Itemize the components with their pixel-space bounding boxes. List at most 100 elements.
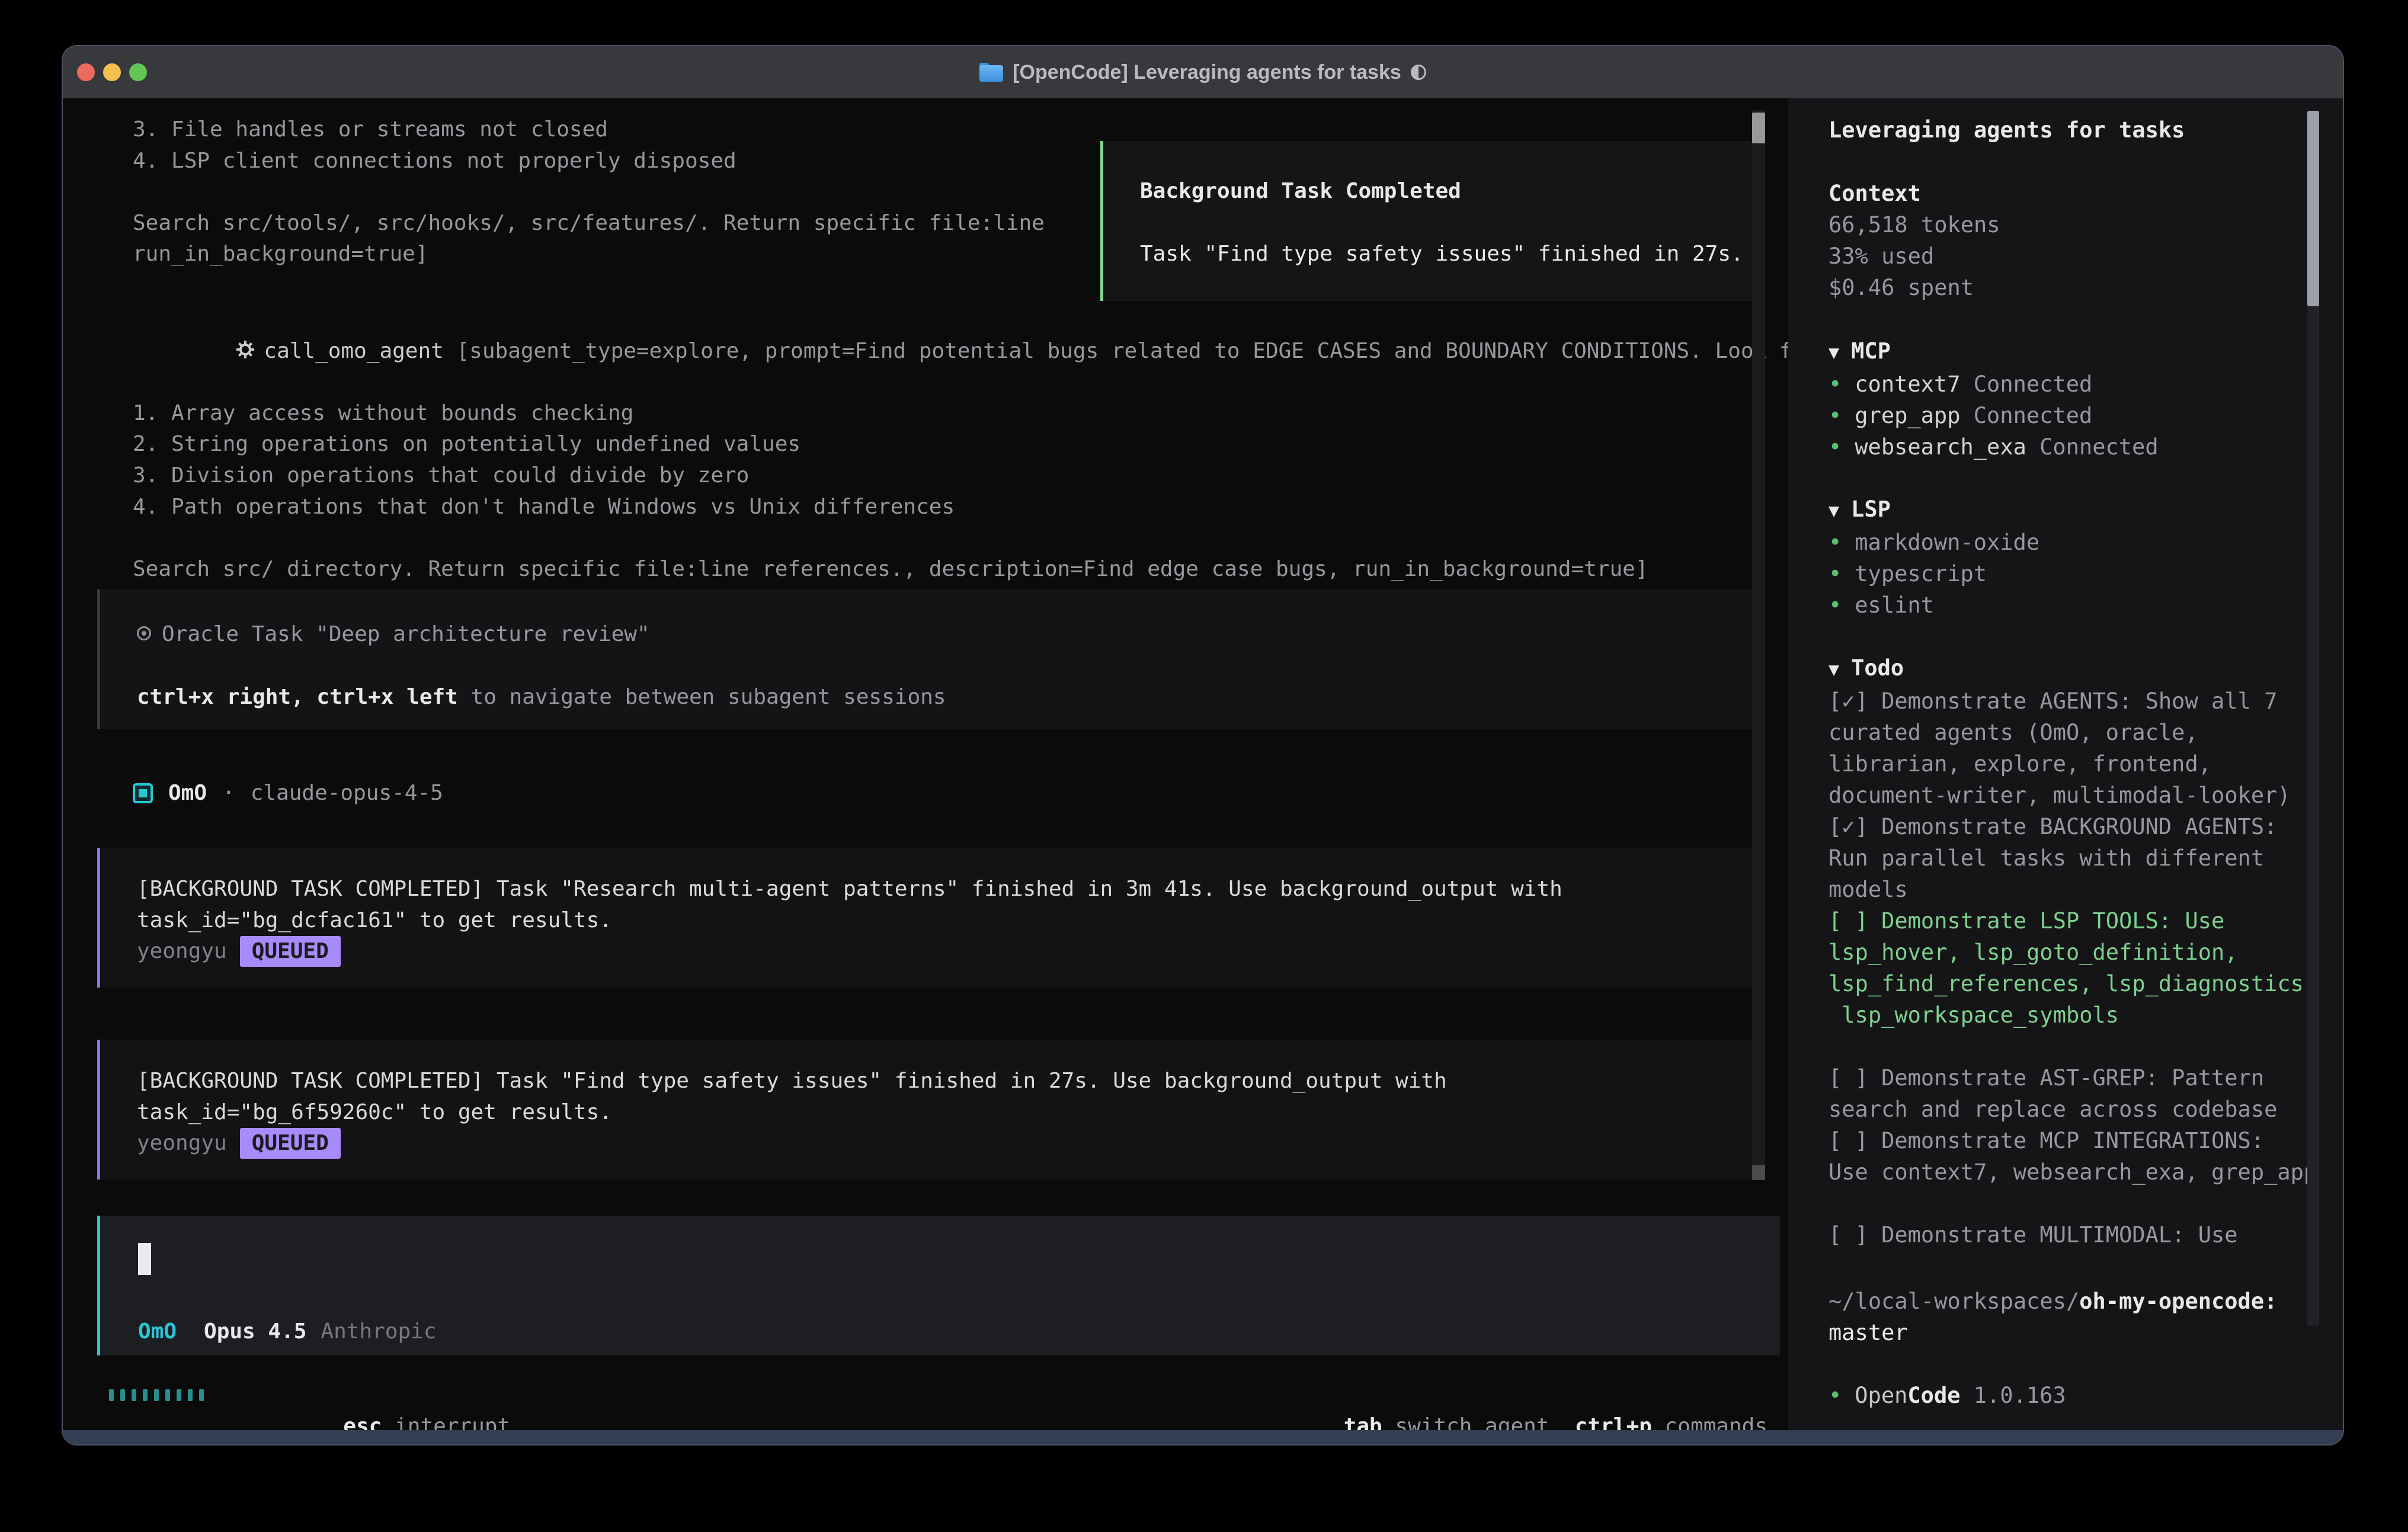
main-scrollbar-thumb[interactable]: [1752, 113, 1765, 143]
oracle-shortcut-hint: to navigate between subagent sessions: [458, 685, 946, 709]
session-title-text: Leveraging agents for tasks: [1829, 114, 2331, 146]
input-agent-name[interactable]: OmO: [138, 1316, 177, 1348]
mcp-item: •context7 Connected: [1829, 368, 2331, 400]
agent-model: claude-opus-4-5: [251, 778, 443, 809]
todo-line: [✓] Demonstrate BACKGROUND AGENTS:: [1829, 811, 2331, 842]
terminal-main-area: 3. File handles or streams not closed 4.…: [63, 98, 1788, 1432]
todo-line: document-writer, multimodal-looker): [1829, 780, 2331, 811]
folder-icon: [979, 63, 1003, 82]
bullet-icon: •: [1829, 403, 1842, 428]
traffic-lights: [77, 46, 147, 98]
tool-call-block: call_omo_agent [subagent_type=explore, p…: [133, 305, 1788, 585]
todo-line: [ ] Demonstrate MULTIMODAL: Use: [1829, 1219, 2331, 1251]
tool-name: call_omo_agent: [264, 339, 443, 363]
background-task-message[interactable]: [BACKGROUND TASK COMPLETED] Task "Resear…: [97, 848, 1760, 988]
minimize-button[interactable]: [103, 63, 121, 81]
context-used: 33% used: [1829, 241, 2331, 272]
todo-line: Use context7, websearch_exa, grep_app: [1829, 1156, 2331, 1188]
context-tokens: 66,518 tokens: [1829, 209, 2331, 241]
task-message-line: [BACKGROUND TASK COMPLETED] Task "Resear…: [137, 874, 1760, 905]
task-message-line: task_id="bg_dcfac161" to get results.: [137, 905, 1760, 937]
tool-output-line: Search src/ directory. Return specific f…: [133, 554, 1788, 585]
context-section: Context 66,518 tokens 33% used $0.46 spe…: [1829, 178, 2331, 303]
oracle-task-panel[interactable]: Oracle Task "Deep architecture review" c…: [97, 589, 1760, 729]
todo-line: [✓] Demonstrate AGENTS: Show all 7: [1829, 685, 2331, 717]
close-button[interactable]: [77, 63, 95, 81]
target-icon: [137, 626, 151, 640]
scrollback-line: 4. LSP client connections not properly d…: [133, 146, 1045, 177]
tool-output-line: 2. String operations on potentially unde…: [133, 429, 1788, 460]
tool-output-line: 3. Division operations that could divide…: [133, 460, 1788, 492]
queued-badge: QUEUED: [240, 936, 341, 967]
prompt-input[interactable]: OmO Opus 4.5 Anthropic: [97, 1216, 1780, 1355]
mcp-item: •websearch_exa Connected: [1829, 431, 2331, 463]
todo-line: [ ] Demonstrate AST-GREP: Pattern: [1829, 1062, 2331, 1094]
separator-dot: ·: [222, 778, 235, 809]
bullet-icon: •: [1829, 371, 1842, 397]
session-sidebar: Leveraging agents for tasks Context 66,5…: [1788, 98, 2343, 1432]
brand-code: Code: [1907, 1383, 1960, 1408]
queued-badge: QUEUED: [240, 1128, 341, 1159]
bullet-icon: •: [1829, 530, 1842, 555]
toast-title: Background Task Completed: [1140, 175, 1757, 207]
main-scrollbar-track[interactable]: [1752, 110, 1765, 1180]
mcp-heading[interactable]: ▼MCP: [1829, 335, 2331, 368]
tool-args: [subagent_type=explore, prompt=Find pote…: [444, 339, 1788, 363]
scrollback-line: 3. File handles or streams not closed: [133, 114, 1045, 146]
scrollback-text: 3. File handles or streams not closed 4.…: [133, 114, 1045, 270]
agent-name: OmO: [168, 778, 207, 809]
bullet-icon: •: [1829, 561, 1842, 586]
zoom-button[interactable]: [129, 63, 147, 81]
lsp-item: •eslint: [1829, 589, 2331, 621]
todo-line: [ ] Demonstrate LSP TOOLS: Use: [1829, 905, 2331, 937]
path-repo: oh-my-opencode:: [2079, 1289, 2277, 1314]
mcp-section: ▼MCP •context7 Connected •grep_app Conne…: [1829, 335, 2331, 463]
task-user: yeongyu: [137, 1131, 227, 1155]
task-user: yeongyu: [137, 939, 227, 963]
scrollback-line: run_in_background=true]: [133, 239, 1045, 270]
todo-heading[interactable]: ▼Todo: [1829, 652, 2331, 685]
todo-line: lsp_hover, lsp_goto_definition,: [1829, 937, 2331, 968]
bullet-icon: •: [1829, 434, 1842, 460]
todo-line: [1829, 1031, 2331, 1062]
input-model-name[interactable]: Opus 4.5: [204, 1316, 306, 1348]
version-number: 1.0.163: [1974, 1383, 2066, 1408]
tool-output-line: 4. Path operations that don't handle Win…: [133, 492, 1788, 523]
lsp-item: •typescript: [1829, 558, 2331, 589]
workspace-path: ~/local-workspaces/oh-my-opencode: maste…: [1829, 1286, 2331, 1348]
todo-line: [1829, 1188, 2331, 1219]
triangle-down-icon: ▼: [1829, 659, 1839, 680]
context-spent: $0.46 spent: [1829, 272, 2331, 303]
window-titlebar[interactable]: [OpenCode] Leveraging agents for tasks: [63, 46, 2343, 99]
window-bottom-strip: [63, 1430, 2343, 1444]
lsp-heading[interactable]: ▼LSP: [1829, 493, 2331, 527]
window-title-group: [OpenCode] Leveraging agents for tasks: [979, 61, 1426, 84]
oracle-task-label: Oracle Task "Deep architecture review": [162, 622, 650, 646]
background-task-message[interactable]: [BACKGROUND TASK COMPLETED] Task "Find t…: [97, 1040, 1760, 1180]
sidebar-scrollbar-track[interactable]: [2307, 111, 2319, 1326]
opencode-terminal-window: [OpenCode] Leveraging agents for tasks 3…: [62, 45, 2344, 1446]
bullet-icon: •: [1829, 1383, 1842, 1408]
lsp-item: •markdown-oxide: [1829, 527, 2331, 558]
sidebar-scrollbar-thumb[interactable]: [2307, 111, 2319, 306]
mcp-item: •grep_app Connected: [1829, 400, 2331, 431]
scrollback-line: Search src/tools/, src/hooks/, src/featu…: [133, 208, 1045, 239]
todo-line: search and replace across codebase: [1829, 1094, 2331, 1125]
todo-line: librarian, explore, frontend,: [1829, 748, 2331, 780]
todo-line: Run parallel tasks with different: [1829, 842, 2331, 874]
task-message-line: [BACKGROUND TASK COMPLETED] Task "Find t…: [137, 1066, 1760, 1097]
todo-section: ▼Todo [✓] Demonstrate AGENTS: Show all 7…: [1829, 652, 2331, 1251]
todo-line: lsp_find_references, lsp_diagnostics,: [1829, 968, 2331, 999]
tool-output-line: 1. Array access without bounds checking: [133, 398, 1788, 430]
path-prefix: ~/local-workspaces/: [1829, 1289, 2079, 1314]
activity-dots: [109, 1389, 204, 1401]
brand-open: Open: [1855, 1383, 1907, 1408]
gear-icon: [235, 339, 255, 360]
path-branch: master: [1829, 1317, 2331, 1348]
background-task-toast[interactable]: Background Task Completed Task "Find typ…: [1100, 141, 1760, 301]
agent-session-row[interactable]: OmO · claude-opus-4-5: [133, 778, 443, 809]
triangle-down-icon: ▼: [1829, 501, 1839, 521]
todo-line: [ ] Demonstrate MCP INTEGRATIONS:: [1829, 1125, 2331, 1156]
input-provider-name: Anthropic: [321, 1316, 436, 1348]
main-scrollbar-marker: [1752, 1165, 1765, 1180]
